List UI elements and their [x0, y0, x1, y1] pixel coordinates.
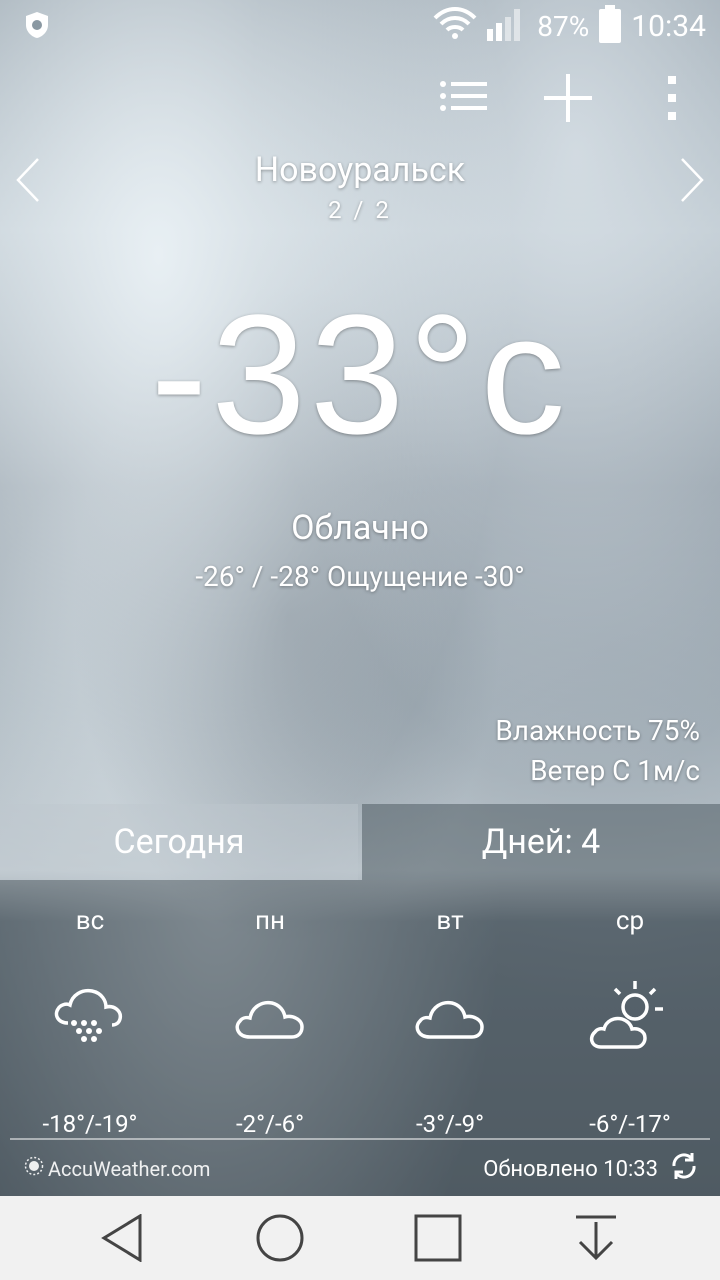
notification-pull-icon[interactable]: [566, 1210, 626, 1266]
wifi-icon: [433, 6, 477, 47]
sun-logo-icon: [24, 1156, 44, 1181]
refresh-icon[interactable]: [668, 1150, 700, 1188]
brand-text: AccuWeather.com: [48, 1156, 211, 1181]
more-options-icon[interactable]: [644, 70, 700, 126]
home-icon[interactable]: [250, 1210, 310, 1266]
forecast-day-name: ср: [615, 906, 645, 936]
status-bar: 87% 10:34: [0, 0, 720, 50]
forecast-range: -3°/-9°: [415, 1110, 485, 1138]
action-bar: [436, 70, 700, 126]
cloud-icon: [180, 972, 360, 1062]
current-temperature: -33°c: [150, 280, 570, 470]
clock: 10:34: [631, 8, 706, 44]
cloud-icon: [360, 972, 540, 1062]
back-icon[interactable]: [92, 1210, 152, 1266]
updated-area: Обновлено 10:33: [483, 1150, 700, 1188]
humidity-text: Влажность 75%: [495, 714, 700, 747]
forecast-day[interactable]: вс -18°/-19°: [0, 906, 180, 1138]
hilo-feel-text: -26° / -28° Ощущение -30°: [195, 560, 525, 593]
forecast-range: -18°/-19°: [42, 1110, 138, 1138]
snow-cloud-icon: [0, 972, 180, 1062]
recents-icon[interactable]: [408, 1210, 468, 1266]
forecast-day-name: пн: [255, 906, 285, 936]
location-pager: 2 / 2: [328, 196, 392, 224]
divider: [10, 1138, 710, 1140]
tab-today[interactable]: Сегодня: [0, 804, 358, 880]
forecast-range: -6°/-17°: [589, 1110, 671, 1138]
forecast-day[interactable]: вт -3°/-9°: [360, 906, 540, 1138]
list-icon[interactable]: [436, 70, 492, 126]
add-icon[interactable]: [540, 70, 596, 126]
forecast-range: -2°/-6°: [235, 1110, 305, 1138]
status-right: 87% 10:34: [433, 4, 706, 48]
system-nav-bar: [0, 1196, 720, 1280]
forecast-day[interactable]: пн -2°/-6°: [180, 906, 360, 1138]
condition-text: Облачно: [291, 508, 429, 548]
forecast-day[interactable]: ср -6°/-17°: [540, 906, 720, 1138]
city-name: Новоуральск: [254, 150, 466, 190]
battery-percent: 87%: [537, 9, 590, 43]
forecast-day-name: вт: [436, 906, 464, 936]
accuweather-logo[interactable]: AccuWeather.com: [24, 1156, 210, 1181]
signal-icon: [487, 5, 527, 48]
security-shield-icon: [22, 10, 52, 40]
battery-icon: [599, 5, 622, 43]
updated-text: Обновлено 10:33: [483, 1156, 658, 1182]
wind-text: Ветер С 1м/с: [530, 754, 700, 787]
forecast-panel: вс -18°/-19° пн -2°/-6° вт -3°/-9° ср -6…: [0, 880, 720, 1196]
tab-days[interactable]: Дней: 4: [362, 804, 720, 880]
forecast-day-name: вс: [75, 906, 105, 936]
forecast-tabs: Сегодня Дней: 4: [0, 804, 720, 880]
partly-sunny-icon: [540, 972, 720, 1062]
